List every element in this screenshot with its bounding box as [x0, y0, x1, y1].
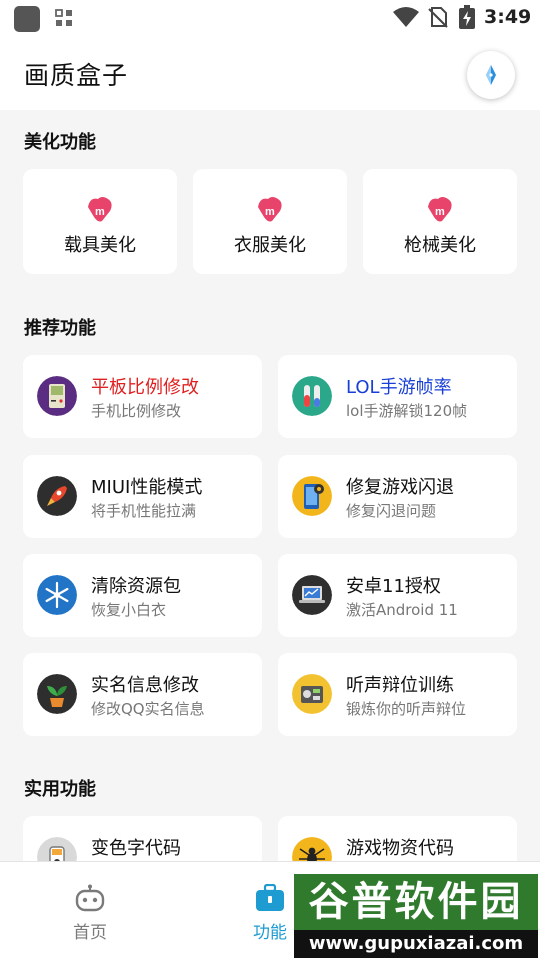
section-title-beauty: 美化功能 [24, 132, 96, 153]
compass-button[interactable] [467, 51, 515, 99]
feature-title: 实名信息修改 [91, 675, 199, 696]
svg-text:m: m [95, 206, 105, 218]
svg-text:m: m [435, 206, 445, 218]
beauty-label: 衣服美化 [234, 235, 306, 256]
feature-title: 变色字代码 [91, 838, 181, 859]
gameboy-icon [37, 376, 77, 416]
plant-icon [37, 674, 77, 714]
compass-icon [486, 65, 496, 85]
feature-subtitle: 修改QQ实名信息 [91, 700, 205, 718]
m-badge-icon: m [428, 197, 452, 222]
no-sim-icon [428, 7, 448, 28]
feature-card-tablet-ratio[interactable]: 平板比例修改 手机比例修改 [23, 355, 262, 438]
feature-card-sound-training[interactable]: 听声辩位训练 锻炼你的听声辩位 [278, 653, 517, 736]
feature-title: MIUI性能模式 [91, 477, 203, 498]
beauty-label: 枪械美化 [404, 235, 476, 256]
page-title: 画质盒子 [24, 61, 129, 90]
feature-card-realname[interactable]: 实名信息修改 修改QQ实名信息 [23, 653, 262, 736]
beauty-label: 载具美化 [64, 235, 136, 256]
beauty-card-vehicle[interactable]: m 载具美化 [23, 169, 177, 274]
svg-text:m: m [265, 206, 275, 218]
feature-card-lol-fps[interactable]: LOL手游帧率 lol手游解锁120帧 [278, 355, 517, 438]
feature-subtitle: 激活Android 11 [346, 601, 458, 619]
battery-charging-icon [459, 5, 475, 29]
feature-subtitle: 锻炼你的听声辩位 [346, 700, 467, 718]
m-badge-icon: m [258, 197, 282, 222]
nav-item-home[interactable]: 首页 [30, 862, 150, 960]
feature-subtitle: 手机比例修改 [91, 402, 182, 420]
beauty-card-gun[interactable]: m 枪械美化 [363, 169, 517, 274]
nav-label: 首页 [73, 923, 107, 943]
grid-icon [55, 9, 72, 26]
feature-card-miui-performance[interactable]: MIUI性能模式 将手机性能拉满 [23, 455, 262, 538]
status-time: 3:49 [484, 6, 532, 28]
phone-settings-icon [292, 476, 332, 516]
feature-title: 游戏物资代码 [346, 838, 454, 859]
feature-title: 平板比例修改 [91, 377, 199, 398]
section-title-utility: 实用功能 [24, 779, 96, 800]
feature-card-clear-resource[interactable]: 清除资源包 恢复小白衣 [23, 554, 262, 637]
app-bar: 画质盒子 [0, 36, 540, 110]
beauty-card-clothes[interactable]: m 衣服美化 [193, 169, 347, 274]
m-badge-icon: m [88, 197, 112, 222]
feature-title: LOL手游帧率 [346, 377, 452, 398]
robot-icon [75, 884, 105, 912]
feature-title: 清除资源包 [91, 576, 181, 597]
watermark-title: 谷普软件园 [294, 874, 538, 930]
app-notification-icon [14, 6, 40, 32]
rocket-icon [37, 476, 77, 516]
feature-title: 听声辩位训练 [346, 675, 454, 696]
wifi-icon [393, 7, 419, 27]
feature-title: 安卓11授权 [346, 576, 441, 597]
snowflake-icon [37, 575, 77, 615]
feature-title: 修复游戏闪退 [346, 477, 454, 498]
status-bar: 3:49 [0, 0, 540, 36]
feature-subtitle: 将手机性能拉满 [91, 502, 197, 520]
feature-card-fix-crash[interactable]: 修复游戏闪退 修复闪退问题 [278, 455, 517, 538]
feature-subtitle: lol手游解锁120帧 [346, 402, 468, 420]
section-title-recommended: 推荐功能 [24, 318, 96, 339]
watermark: 谷普软件园 www.gupuxiazai.com [294, 874, 538, 958]
feature-subtitle: 恢复小白衣 [91, 601, 167, 619]
laptop-icon [292, 575, 332, 615]
feature-subtitle: 修复闪退问题 [346, 502, 437, 520]
test-tubes-icon [292, 376, 332, 416]
feature-card-android11[interactable]: 安卓11授权 激活Android 11 [278, 554, 517, 637]
watermark-url: www.gupuxiazai.com [294, 930, 538, 958]
radio-icon [292, 674, 332, 714]
toolbox-icon [256, 884, 284, 911]
